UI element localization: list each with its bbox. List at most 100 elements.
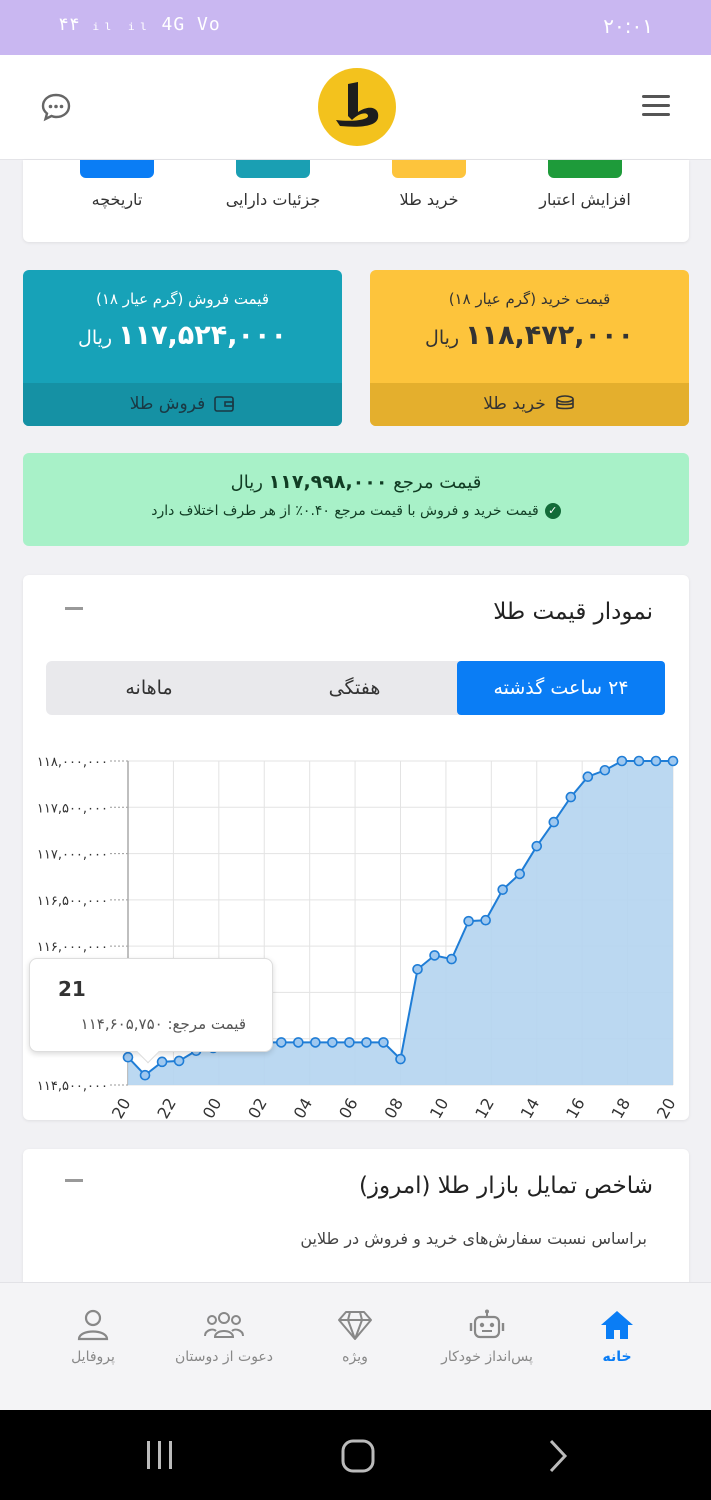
diamond-icon [338,1311,372,1340]
data-point [275,1037,287,1048]
quick-actions-card: افزایش اعتبار خرید طلا جزئیات دارایی تار… [23,160,689,242]
robot-icon [469,1309,505,1339]
nav-profile[interactable]: پروفایل [28,1309,158,1365]
data-point [429,950,440,961]
market-sentiment-card: شاخص تمایل بازار طلا (امروز) براساس نسبت… [23,1149,689,1290]
data-point [599,764,611,776]
buy-price-amount: ۱۱۸,۴۷۲,۰۰۰ [465,320,634,351]
x-tick-label: 18 [608,1095,635,1122]
buy-price-value: ۱۱۸,۴۷۲,۰۰۰ریال [370,320,689,351]
nav-label: خانه [602,1349,632,1365]
data-point [548,816,560,828]
quick-action-asset-details[interactable]: جزئیات دارایی [203,160,343,209]
reference-price-amount: ۱۱۷,۹۹۸,۰۰۰ [268,471,388,493]
x-tick-label: 20 [653,1095,680,1122]
chat-icon[interactable] [40,91,72,123]
buy-price-card: قیمت خرید (گرم عیار ۱۸) ۱۱۸,۴۷۲,۰۰۰ریال … [370,270,689,426]
gold-logo[interactable] [318,68,396,146]
quick-action-color-bar [548,160,622,178]
buy-gold-button[interactable]: خرید طلا [370,383,689,426]
nav-home[interactable]: خانه [552,1309,682,1365]
sell-price-unit: ریال [78,327,113,349]
collapse-icon[interactable] [65,1179,83,1182]
data-point [616,755,628,767]
tooltip-title: 21 [58,977,86,1001]
quick-action-color-bar [80,160,154,178]
nav-invite-friends[interactable]: دعوت از دوستان [159,1309,289,1365]
x-tick-label: 12 [471,1095,498,1122]
x-tick-label: 22 [153,1095,180,1122]
tooltip-value: ۱۱۴,۶۰۵,۷۵۰ [80,1015,163,1033]
nav-label: ویژه [342,1349,368,1365]
data-point [497,884,508,895]
quick-action-history[interactable]: تاریخچه [47,160,187,209]
data-point [395,1053,406,1065]
bottom-navigation: خانه پس‌انداز خودکار ویژه دعوت از دوستان [0,1282,711,1410]
reference-note: قیمت خرید و فروش با قیمت مرجع ۰.۴۰٪ از ه… [151,503,539,519]
nav-label: پس‌انداز خودکار [441,1349,533,1365]
system-navigation-bar [0,1410,711,1500]
data-point [173,1055,185,1067]
data-point [310,1037,321,1048]
gold-logo-mark [336,82,379,127]
sentiment-card-title: شاخص تمایل بازار طلا (امروز) [358,1173,653,1199]
data-point [156,1056,168,1068]
y-tick-label: ۱۱۷,۰۰۰,۰۰۰ [37,848,108,863]
data-point [327,1037,338,1048]
data-point [463,915,474,927]
app-header [0,55,711,160]
data-point [446,953,457,965]
quick-action-add-credit[interactable]: افزایش اعتبار [515,160,655,209]
quick-action-label: جزئیات دارایی [225,190,321,209]
y-tick-label: ۱۱۶,۵۰۰,۰۰۰ [37,894,108,909]
quick-action-color-bar [392,160,466,178]
data-point [293,1037,304,1048]
nav-label: پروفایل [71,1349,115,1365]
user-icon [77,1309,109,1341]
x-tick-label: 16 [562,1095,589,1122]
sell-gold-button-label: فروش طلا [129,394,206,414]
reference-price-label: قیمت مرجع [393,472,482,493]
back-icon[interactable] [546,1438,570,1474]
reference-note-line: ✓ قیمت خرید و فروش با قیمت مرجع ۰.۴۰٪ از … [23,503,689,519]
sell-price-amount: ۱۱۷,۵۲۴,۰۰۰ [118,320,287,351]
x-tick-label: 14 [517,1095,544,1122]
data-point [514,868,526,880]
sell-price-caption: قیمت فروش (گرم عیار ۱۸) [95,290,269,308]
status-bar: ۴۴ ᵢₗ ᵢₗ 4G Vo ۲۰:۰۱ [0,0,711,55]
data-point [412,963,423,975]
sell-gold-button[interactable]: فروش طلا [23,383,342,426]
status-indicators: ۴۴ ᵢₗ ᵢₗ 4G Vo [58,14,221,35]
y-tick-label: ۱۱۶,۰۰۰,۰۰۰ [37,940,108,955]
y-tick-label: ۱۱۸,۰۰۰,۰۰۰ [37,755,108,770]
x-tick-label: 08 [380,1095,407,1122]
quick-action-label: افزایش اعتبار [539,190,631,209]
users-icon [204,1312,244,1338]
x-tick-label: 00 [199,1095,226,1122]
data-point [633,755,645,767]
buy-price-unit: ریال [425,327,460,349]
quick-action-label: تاریخچه [91,190,143,209]
data-point [582,771,594,783]
quick-action-buy-gold[interactable]: خرید طلا [359,160,499,209]
home-icon [601,1311,633,1339]
data-point [667,755,679,767]
sentiment-subtitle: براساس نسبت سفارش‌های خرید و فروش در طلا… [300,1229,647,1248]
recents-icon[interactable] [144,1438,176,1472]
quick-action-color-bar [236,160,310,178]
data-point [531,840,543,852]
y-tick-label: ۱۱۷,۵۰۰,۰۰۰ [37,801,108,816]
buy-gold-button-label: خرید طلا [483,394,546,414]
home-circle-icon[interactable] [340,1438,376,1474]
sell-price-card: قیمت فروش (گرم عیار ۱۸) ۱۱۷,۵۲۴,۰۰۰ریال … [23,270,342,426]
nav-special[interactable]: ویژه [290,1309,420,1365]
hamburger-icon[interactable] [642,95,670,117]
coins-icon [556,395,574,410]
nav-auto-savings[interactable]: پس‌انداز خودکار [422,1309,552,1365]
sell-price-value: ۱۱۷,۵۲۴,۰۰۰ریال [23,320,342,351]
data-point [122,1051,134,1063]
x-tick-label: 04 [290,1095,317,1122]
price-chart-card: نمودار قیمت طلا ۲۴ ساعت گذشته هفتگی ماها… [23,575,689,1122]
chart-tooltip: 21 قیمت مرجع: ۱۱۴,۶۰۵,۷۵۰ [29,958,273,1064]
buy-price-caption: قیمت خرید (گرم عیار ۱۸) [448,290,611,308]
